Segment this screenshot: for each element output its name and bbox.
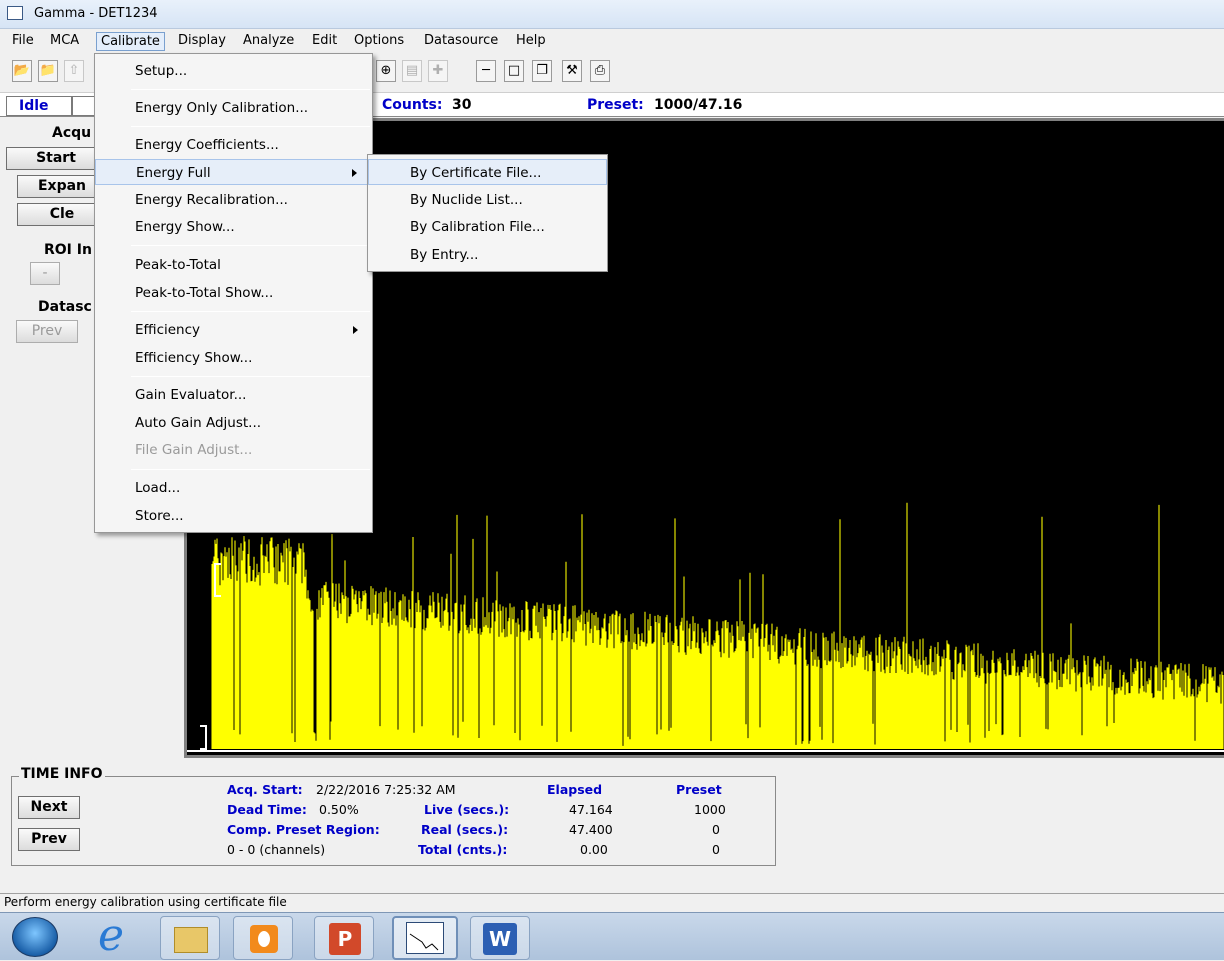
status-bar: Perform energy calibration using certifi… [0,893,1224,912]
channels-value: 0 - 0 (channels) [227,842,326,857]
print-icon[interactable]: ⎙ [590,60,610,82]
menu-separator [131,376,370,377]
title-bar: Gamma - DET1234 [0,0,1224,29]
menu-item-setup[interactable]: Setup... [95,58,372,84]
acq-start-label: Acq. Start: [227,782,303,797]
cascade-icon[interactable]: ❐ [532,60,552,82]
open-file-icon[interactable]: 📁 [38,60,58,82]
menu-item-efficiency[interactable]: Efficiency [95,317,372,343]
total-elapsed-value: 0.00 [580,842,608,857]
spectrum-bars [187,502,1224,752]
menu-item-energy-recalibration[interactable]: Energy Recalibration... [95,187,372,213]
menu-item-load[interactable]: Load... [95,475,372,501]
spectrum-counts [211,502,1224,749]
time-info-prev-button[interactable]: Prev [18,828,80,851]
real-preset-value: 0 [712,822,720,837]
comp-preset-region-label: Comp. Preset Region: [227,822,380,837]
energy-full-submenu: By Certificate File... By Nuclide List..… [367,154,608,272]
minimize-icon[interactable]: ─ [476,60,496,82]
menu-item-energy-full-label: Energy Full [136,165,211,181]
menu-item-efficiency-show[interactable]: Efficiency Show... [95,345,372,371]
menu-item-energy-show[interactable]: Energy Show... [95,214,372,240]
menu-separator [131,469,370,470]
elapsed-header: Elapsed [547,782,603,797]
real-label: Real (secs.): [421,822,509,837]
open-folder-icon[interactable]: 📂 [12,60,32,82]
window-title: Gamma - DET1234 [34,6,158,21]
menu-item-by-entry[interactable]: By Entry... [368,242,607,268]
submenu-arrow-icon [352,169,357,177]
live-elapsed-value: 47.164 [569,802,613,817]
live-preset-value: 1000 [694,802,726,817]
counts-value: 30 [452,97,472,113]
time-info-title: TIME INFO [19,766,105,782]
menu-item-energy-coefficients[interactable]: Energy Coefficients... [95,132,372,158]
roi-minus-button[interactable]: - [30,262,60,285]
menu-options[interactable]: Options [350,32,408,51]
menu-item-file-gain-adjust: File Gain Adjust... [135,442,253,458]
roi-info-label: ROI In [44,242,92,258]
calibrate-menu: Setup... Energy Only Calibration... Ener… [94,53,373,533]
menu-item-by-calibration-file[interactable]: By Calibration File... [368,214,607,240]
live-label: Live (secs.): [424,802,510,817]
menu-item-energy-full[interactable]: Energy Full [95,159,372,185]
menu-item-store[interactable]: Store... [95,503,372,529]
menu-calibrate[interactable]: Calibrate [96,32,165,51]
upload-icon[interactable]: ⇧ [64,60,84,82]
taskbar: e P W [0,910,1224,961]
dead-time-value: 0.50% [319,802,359,817]
menu-separator [131,89,370,90]
menu-separator [131,126,370,127]
preset-value: 1000/47.16 [654,97,743,113]
datasource-prev-button[interactable]: Prev [16,320,78,343]
dead-time-label: Dead Time: [227,802,307,817]
status-idle: Idle [6,96,72,116]
menu-analyze[interactable]: Analyze [239,32,298,51]
file-explorer-icon[interactable] [160,916,220,960]
acq-start-value: 2/22/2016 7:25:32 AM [316,782,456,797]
menu-file[interactable]: File [8,32,38,51]
time-info-next-button[interactable]: Next [18,796,80,819]
restore-icon[interactable]: □ [504,60,524,82]
total-label: Total (cnts.): [418,842,508,857]
menu-separator [131,245,370,246]
app-icon [7,6,23,20]
zoom-box-icon[interactable]: ▤ [402,60,422,82]
total-preset-value: 0 [712,842,720,857]
media-player-icon[interactable] [233,916,293,960]
counts-label: Counts: [382,97,443,113]
real-elapsed-value: 47.400 [569,822,613,837]
menu-item-peak-to-total[interactable]: Peak-to-Total [95,252,372,278]
menu-display[interactable]: Display [174,32,230,51]
menu-separator [131,311,370,312]
zoom-in-icon[interactable]: ⊕ [376,60,396,82]
menu-bar: File MCA Calibrate Display Analyze Edit … [0,29,1224,53]
crosshair-icon[interactable]: ✚ [428,60,448,82]
calibration-tool-icon[interactable]: ⚒ [562,60,582,82]
roi-marker-lower [200,725,207,750]
preset-label: Preset: [587,97,644,113]
menu-datasource[interactable]: Datasource [420,32,502,51]
menu-item-energy-only-calibration[interactable]: Energy Only Calibration... [95,95,372,121]
menu-help[interactable]: Help [512,32,550,51]
powerpoint-icon[interactable]: P [314,916,374,960]
gamma-app-icon[interactable] [392,916,458,960]
acquire-label: Acqu [52,125,92,141]
menu-item-by-nuclide-list[interactable]: By Nuclide List... [368,187,607,213]
menu-item-gain-evaluator[interactable]: Gain Evaluator... [95,382,372,408]
menu-mca[interactable]: MCA [46,32,83,51]
menu-item-by-certificate-file[interactable]: By Certificate File... [368,159,607,185]
preset-header: Preset [676,782,722,797]
datasource-label: Datasc [38,299,92,315]
menu-item-auto-gain-adjust[interactable]: Auto Gain Adjust... [95,410,372,436]
menu-edit[interactable]: Edit [308,32,341,51]
menu-item-efficiency-label: Efficiency [135,322,201,338]
word-icon[interactable]: W [470,916,530,960]
menu-item-peak-to-total-show[interactable]: Peak-to-Total Show... [95,280,372,306]
start-button[interactable]: Start [6,147,106,170]
start-orb-icon[interactable] [12,917,58,957]
submenu-arrow-icon [353,326,358,334]
internet-explorer-icon[interactable]: e [88,910,148,961]
